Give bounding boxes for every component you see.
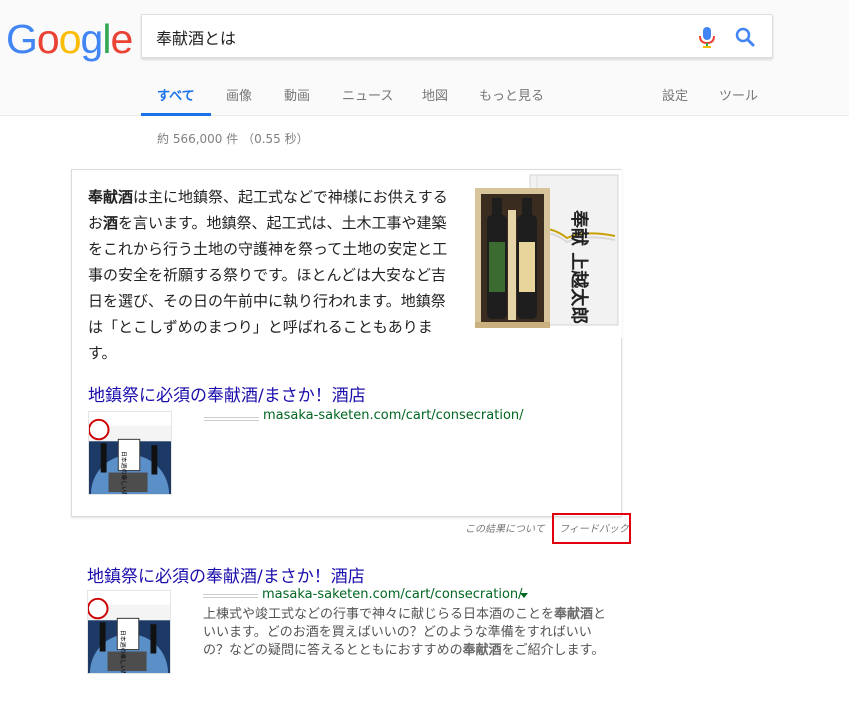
- snippet-bold-sake: 酒: [103, 214, 119, 232]
- snippet-text-part2: を言います。地鎮祭、起工式は、土木工事や建築をこれから行う土地の守護神を祭って土…: [88, 214, 448, 362]
- search-input[interactable]: [156, 24, 676, 50]
- snippet-source-url: masaka-saketen.com/cart/consecration/: [263, 408, 524, 423]
- logo-letter-o1: o: [36, 16, 60, 62]
- google-logo[interactable]: Google: [6, 16, 133, 63]
- search-box: [141, 14, 773, 58]
- tab-tools[interactable]: ツール: [719, 85, 758, 104]
- result-breadcrumb-bar: [203, 594, 258, 598]
- logo-letter-g2: g: [80, 16, 104, 62]
- result-desc-bold2: 奉献酒: [462, 643, 502, 658]
- result-stats: 約 566,000 件 （0.55 秒）: [157, 132, 309, 146]
- tab-settings[interactable]: 設定: [662, 85, 688, 104]
- tab-news[interactable]: ニュース: [342, 85, 393, 104]
- magnifier-icon[interactable]: [734, 25, 756, 49]
- logo-letter-g: G: [6, 16, 38, 62]
- snippet-text: 奉献酒は主に地鎮祭、起工式などで神様にお供えするお酒を言います。地鎮祭、起工式は…: [88, 184, 458, 366]
- logo-letter-e: e: [110, 16, 133, 62]
- tab-all[interactable]: すべて: [157, 85, 195, 104]
- microphone-icon[interactable]: [696, 25, 718, 49]
- result-url: masaka-saketen.com/cart/consecration/: [262, 587, 523, 602]
- url-breadcrumb-bar: [204, 417, 259, 421]
- snippet-bold-term: 奉献酒: [88, 188, 134, 206]
- tab-images[interactable]: 画像: [226, 85, 252, 104]
- active-tab-indicator: [141, 113, 211, 116]
- featured-snippet: 奉献酒は主に地鎮祭、起工式などで神様にお供えするお酒を言います。地鎮祭、起工式は…: [71, 169, 622, 517]
- thumb-label-text: 日本酒の楽しい酔い払い増殖作戦: [120, 451, 128, 495]
- search-tabs: すべて 画像 動画 ニュース 地図 もっと見る 設定 ツール: [141, 74, 841, 116]
- logo-letter-o2: o: [58, 16, 82, 62]
- result-desc-part3: をご紹介します。: [501, 643, 605, 658]
- tab-videos[interactable]: 動画: [284, 85, 310, 104]
- snippet-source-thumbnail[interactable]: 日本酒の楽しい酔い払い増殖作戦: [88, 411, 172, 495]
- gift-label-text: 奉献 上越太郎: [568, 209, 590, 324]
- result-title[interactable]: 地鎮祭に必須の奉献酒/まさか！酒店: [87, 562, 365, 587]
- about-this-result[interactable]: この結果について: [465, 520, 545, 535]
- tab-maps[interactable]: 地図: [422, 85, 448, 104]
- logo-letter-l: l: [102, 16, 111, 62]
- feedback-link[interactable]: フィードバック: [559, 520, 629, 535]
- result-desc-bold1: 奉献酒: [554, 607, 594, 622]
- header: Google すべて 画像 動画 ニュース 地図 もっと見る 設定 ツール: [0, 0, 849, 116]
- result-description: 上棟式や竣工式などの行事で神々に献じらる日本酒のことを奉献酒といいます。どのお酒…: [203, 606, 613, 660]
- result-thumb-label-text: 日本酒の楽しい酔い払い増殖作戦: [119, 630, 127, 674]
- snippet-source-title[interactable]: 地鎮祭に必須の奉献酒/まさか！酒店: [88, 381, 366, 406]
- result-desc-part1: 上棟式や竣工式などの行事で神々に献じらる日本酒のことを: [203, 607, 555, 622]
- url-dropdown-arrow-icon[interactable]: [520, 593, 528, 598]
- tab-more[interactable]: もっと見る: [479, 85, 544, 104]
- result-thumbnail[interactable]: 日本酒の楽しい酔い払い増殖作戦: [87, 590, 171, 674]
- sake-gift-image[interactable]: 奉献 上越太郎: [475, 170, 622, 338]
